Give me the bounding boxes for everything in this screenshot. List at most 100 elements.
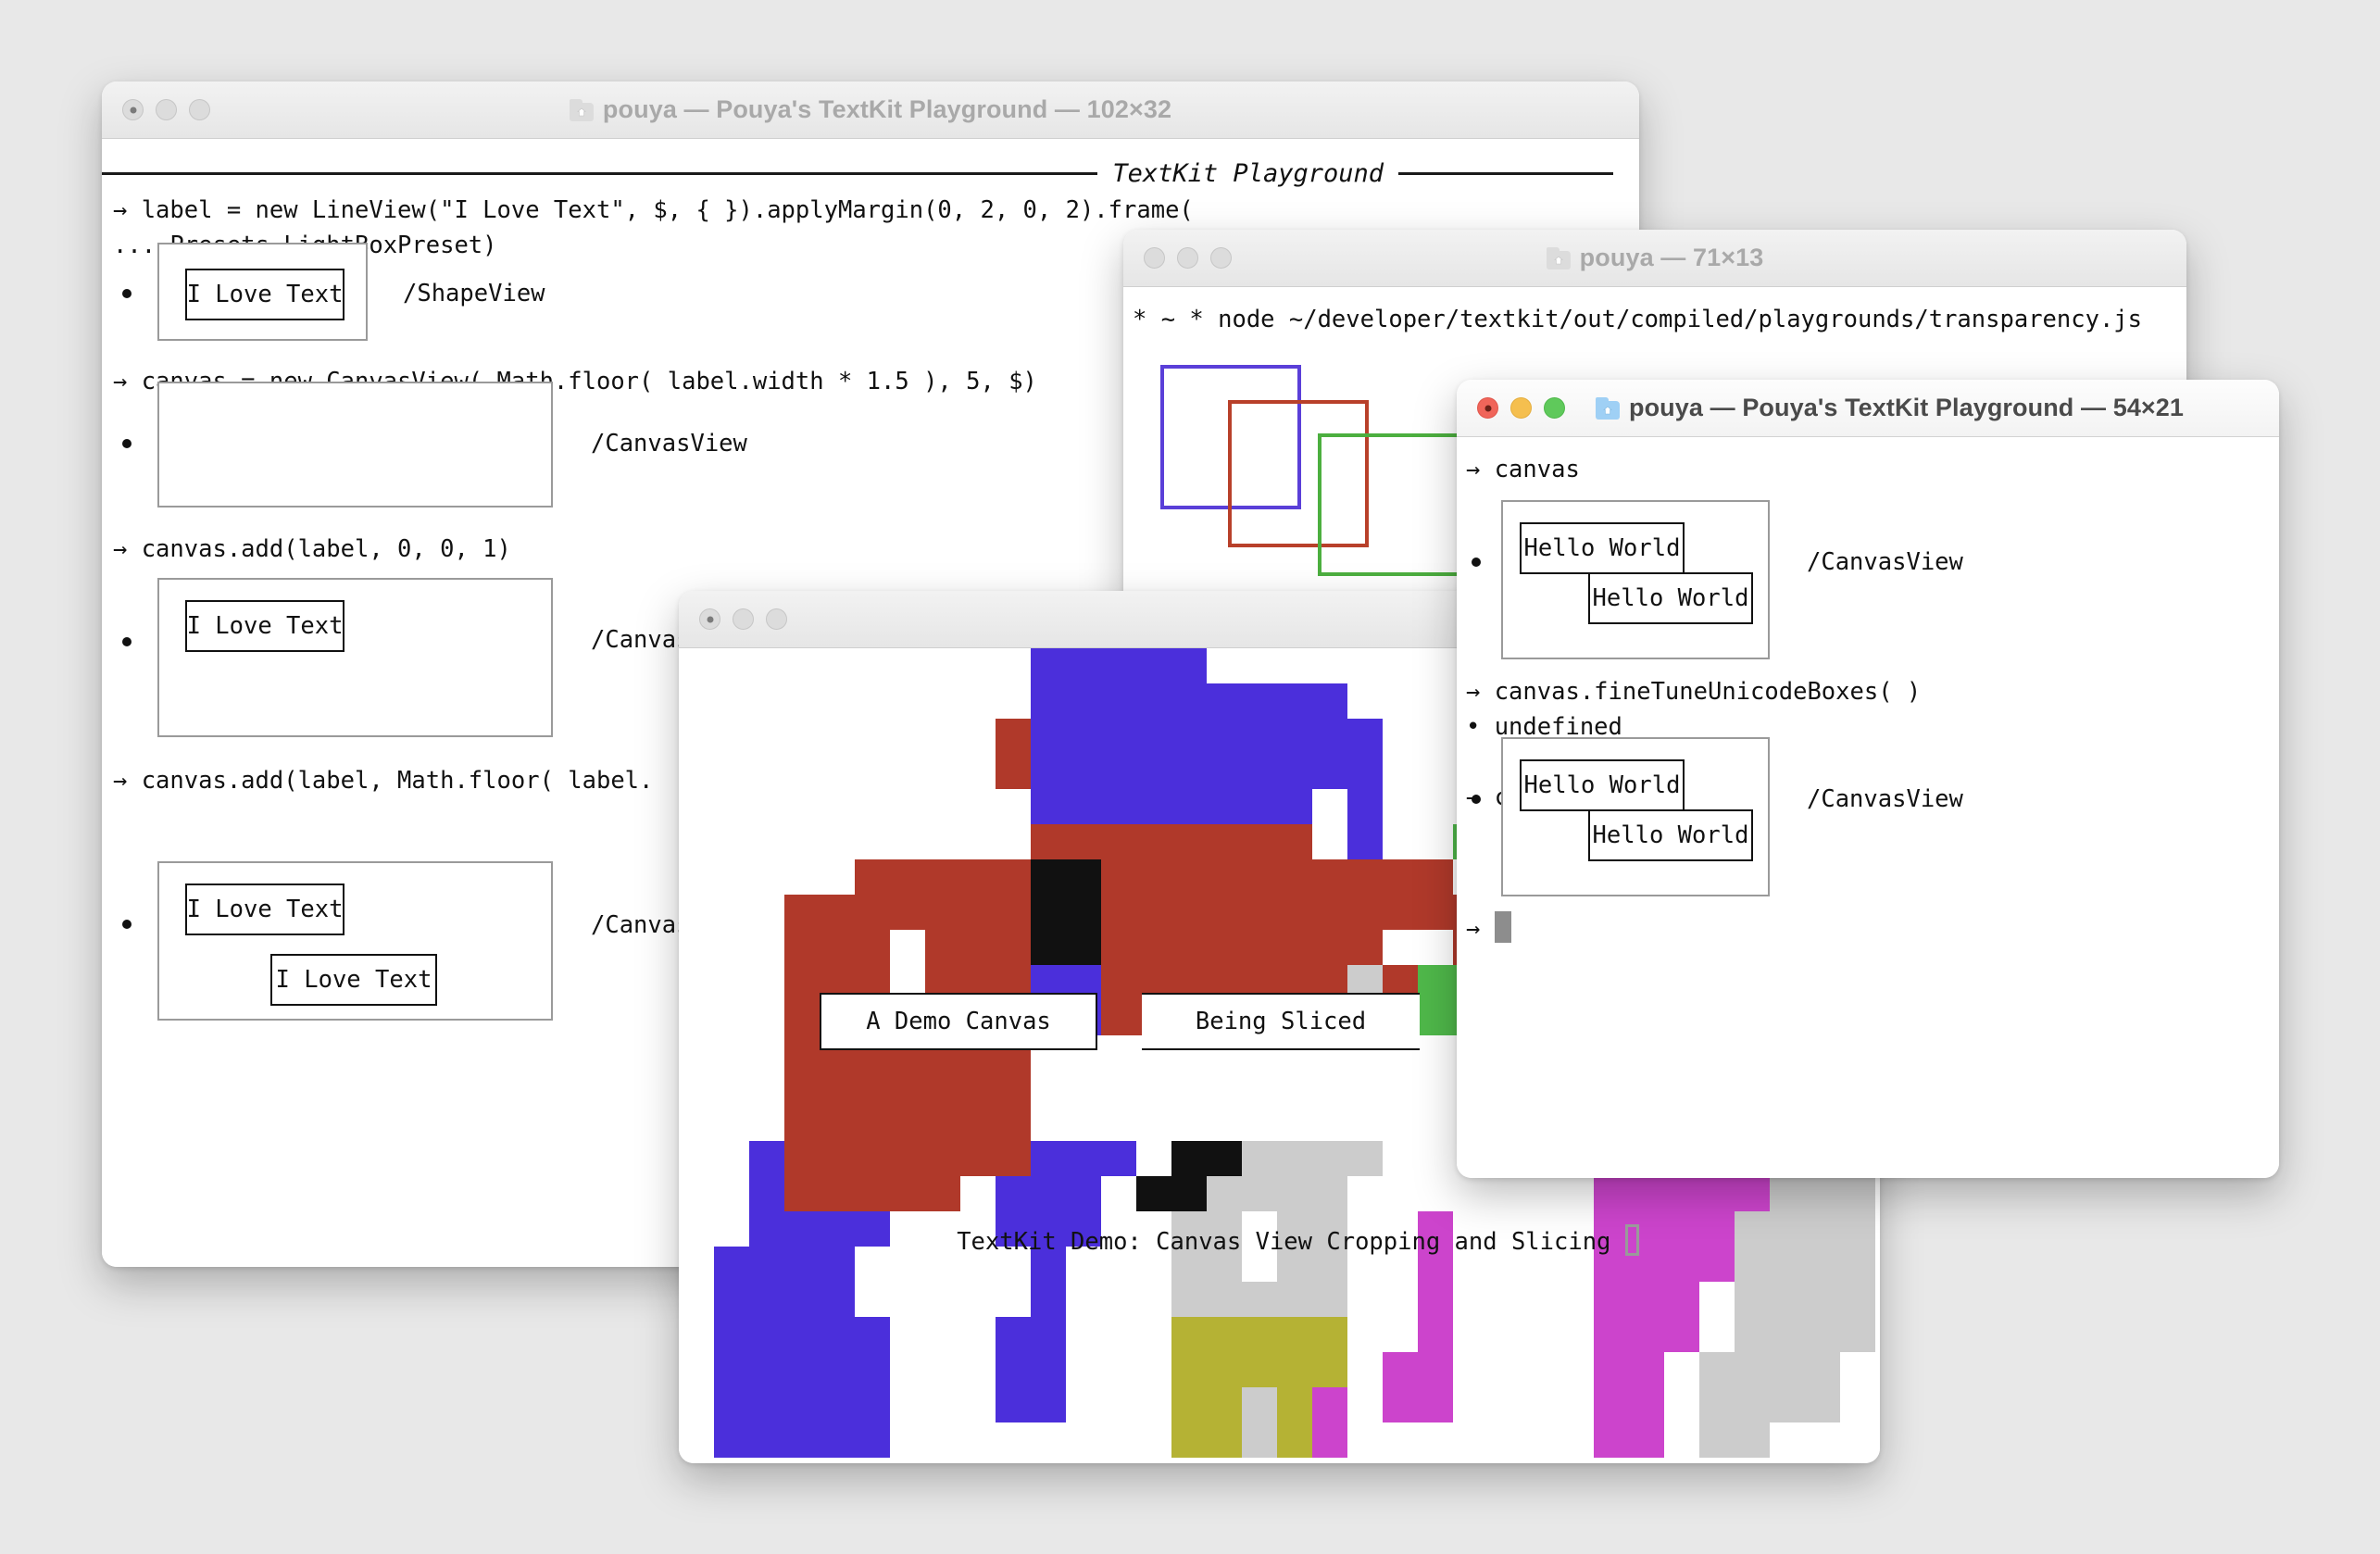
pixel-cell <box>1031 789 1066 824</box>
pixel-cell <box>714 1282 749 1317</box>
pixel-cell <box>1031 1352 1066 1387</box>
close-button[interactable] <box>1477 397 1498 419</box>
pixel-cell <box>1207 1317 1242 1352</box>
window-title: pouya — 71×13 <box>1579 244 1764 271</box>
pixel-cell <box>1629 1176 1664 1211</box>
pixel-cell <box>1735 1352 1770 1387</box>
pixel-cell <box>1136 824 1171 859</box>
pixel-cell <box>996 859 1031 895</box>
pixel-cell <box>820 1422 855 1458</box>
zoom-button[interactable] <box>189 99 210 120</box>
window-controls[interactable] <box>1144 247 1232 269</box>
canvas-label-1: I Love Text <box>185 600 344 652</box>
pixel-cell <box>1383 1387 1418 1422</box>
pixel-cell <box>925 1071 960 1106</box>
pixel-cell <box>1277 1387 1312 1422</box>
pixel-cell <box>1031 683 1066 719</box>
pixel-cell <box>1699 1352 1735 1387</box>
window-controls[interactable] <box>1477 397 1565 419</box>
pixel-cell <box>996 1387 1031 1422</box>
active-canvas-type-1: /CanvasView <box>1807 548 1963 576</box>
pixel-cell <box>1031 754 1066 789</box>
active-code-line-2: → canvas.fineTuneUnicodeBoxes( ) <box>1466 678 1922 706</box>
window-title: pouya — Pouya's TextKit Playground — 54×… <box>1629 394 2185 421</box>
pixel-cell <box>1136 859 1171 895</box>
pixel-cell <box>1629 1387 1664 1422</box>
pixel-cell <box>1101 789 1136 824</box>
pixel-cell <box>1347 895 1383 930</box>
close-button[interactable] <box>122 99 144 120</box>
pixel-cell <box>784 1317 820 1352</box>
pixel-cell <box>1207 1387 1242 1422</box>
pixel-cell <box>784 1000 820 1035</box>
window-controls[interactable] <box>699 608 787 630</box>
active-canvas-frame-1: Hello World Hello World <box>1501 500 1770 659</box>
pixel-cell <box>820 1317 855 1352</box>
pixel-cell <box>749 1176 784 1211</box>
window-controls[interactable] <box>122 99 210 120</box>
minimize-button[interactable] <box>733 608 754 630</box>
pixel-cell <box>1312 1422 1347 1458</box>
pixel-cell <box>1277 1176 1312 1211</box>
title-group: pouya — 71×13 <box>1123 230 2186 286</box>
pixel-cell <box>960 895 996 930</box>
pixel-cell <box>1066 789 1101 824</box>
minimize-button[interactable] <box>1177 247 1198 269</box>
pixel-cell <box>1277 683 1312 719</box>
pixel-cell <box>1242 754 1277 789</box>
pixel-cell <box>1277 930 1312 965</box>
pixel-cell <box>1312 1387 1347 1422</box>
canvas-label-2: I Love Text <box>270 954 437 1006</box>
pixel-cell <box>1171 1422 1207 1458</box>
pixel-cell <box>784 1071 820 1106</box>
pixel-cell <box>1594 1282 1629 1317</box>
pixel-cell <box>1136 1176 1171 1211</box>
pixel-cell <box>1066 859 1101 895</box>
zoom-button[interactable] <box>1210 247 1232 269</box>
pixel-cell <box>996 1141 1031 1176</box>
titlebar-playground-main[interactable]: pouya — Pouya's TextKit Playground — 102… <box>102 81 1639 139</box>
pixel-cell <box>1171 824 1207 859</box>
pixel-cell <box>960 859 996 895</box>
pixel-cell <box>784 930 820 965</box>
pixel-cell <box>1770 1282 1805 1317</box>
titlebar-node-terminal[interactable]: pouya — 71×13 <box>1123 230 2186 287</box>
pixel-cell <box>1242 1387 1277 1422</box>
pixel-cell <box>784 1035 820 1071</box>
pixel-cell <box>820 895 855 930</box>
pixel-cell <box>1136 930 1171 965</box>
pixel-cell <box>714 1387 749 1422</box>
zoom-button[interactable] <box>1544 397 1565 419</box>
pixel-cell <box>1171 719 1207 754</box>
pixel-cell <box>1312 1176 1347 1211</box>
window-playground-active[interactable]: pouya — Pouya's TextKit Playground — 54×… <box>1457 380 2279 1178</box>
result-bullet <box>122 637 132 646</box>
terminal-body-active[interactable]: → canvas Hello World Hello World /Canvas… <box>1457 437 2279 1178</box>
green-rect <box>1318 433 1460 576</box>
pixel-cell <box>1242 1141 1277 1176</box>
pixel-cell <box>1594 1317 1629 1352</box>
pixel-cell <box>1207 1141 1242 1176</box>
minimize-button[interactable] <box>1510 397 1532 419</box>
pixel-cell <box>1277 719 1312 754</box>
pixel-cell <box>1277 789 1312 824</box>
pixel-cell <box>1312 930 1347 965</box>
minimize-button[interactable] <box>156 99 177 120</box>
pixel-cell <box>1383 859 1418 895</box>
pixel-cell <box>1031 1141 1066 1176</box>
pixel-cell <box>1347 930 1383 965</box>
pixel-cell <box>1770 1317 1805 1352</box>
close-button[interactable] <box>699 608 720 630</box>
pixel-cell <box>890 1141 925 1176</box>
pixel-cell <box>820 930 855 965</box>
shapeview-frame: I Love Text <box>157 243 368 341</box>
result-bullet <box>122 289 132 298</box>
close-button[interactable] <box>1144 247 1165 269</box>
pixel-cell <box>996 895 1031 930</box>
playground-header-label: TextKit Playground <box>1112 159 1384 188</box>
result-bullet <box>1472 795 1481 804</box>
zoom-button[interactable] <box>766 608 787 630</box>
titlebar-playground-active[interactable]: pouya — Pouya's TextKit Playground — 54×… <box>1457 380 2279 437</box>
canvas-label-1: I Love Text <box>185 884 344 935</box>
pixel-cell <box>1171 789 1207 824</box>
